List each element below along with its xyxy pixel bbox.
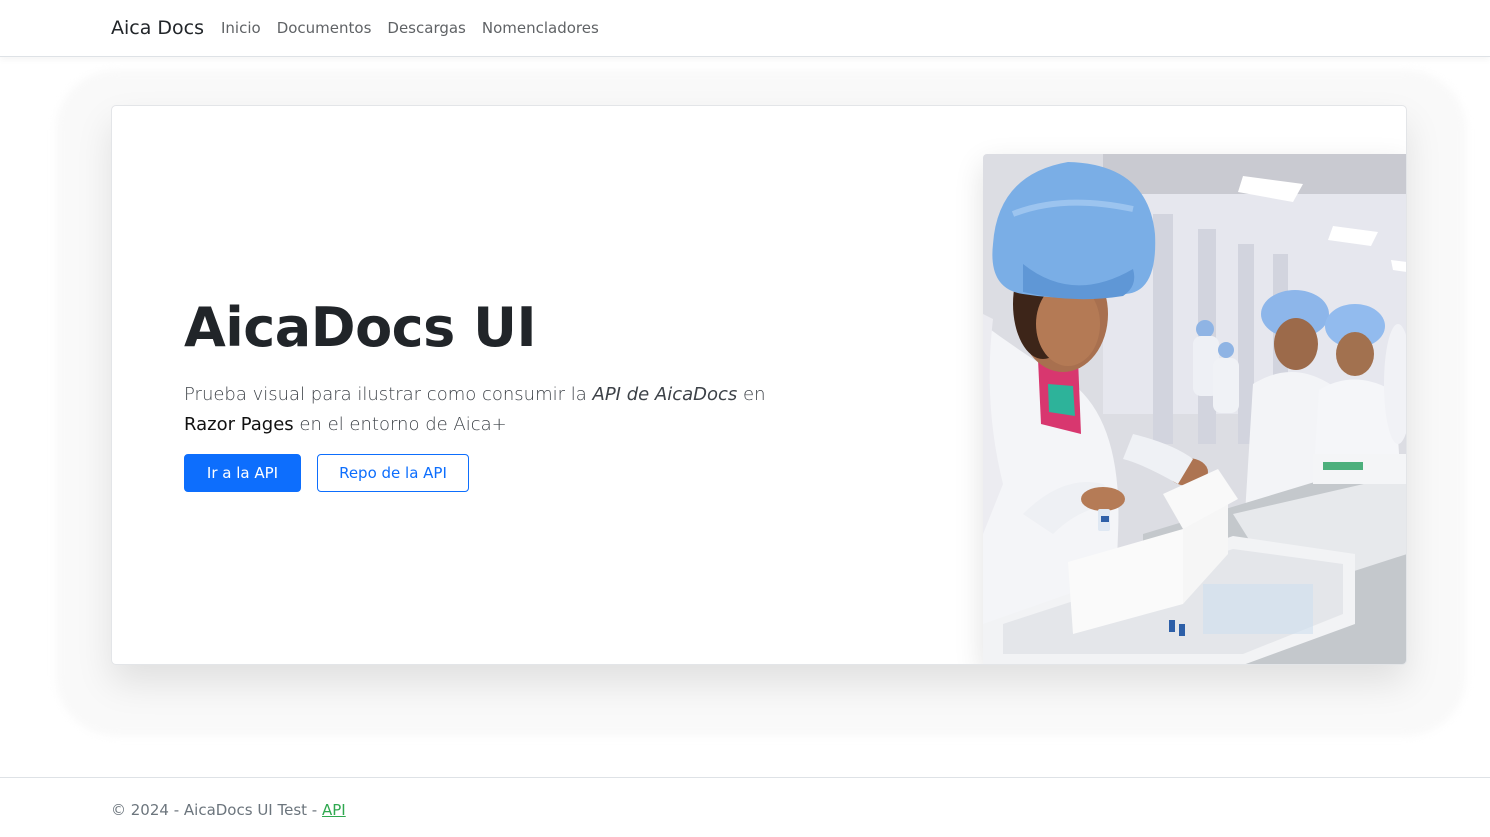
nav-link-documentos[interactable]: Documentos	[277, 19, 372, 37]
copyright-text: © 2024 - AicaDocs UI Test -	[111, 801, 322, 819]
footer-text: © 2024 - AicaDocs UI Test - API	[111, 801, 346, 819]
nav-link-descargas[interactable]: Descargas	[387, 19, 465, 37]
lead-strong: Razor Pages	[184, 414, 294, 435]
api-repo-button[interactable]: Repo de la API	[317, 454, 469, 492]
hero-title: AicaDocs UI	[184, 296, 537, 359]
page-footer: © 2024 - AicaDocs UI Test - API	[0, 777, 1490, 837]
go-to-api-button[interactable]: Ir a la API	[184, 454, 301, 492]
top-navbar: Aica Docs Inicio Documentos Descargas No…	[0, 0, 1490, 57]
hero-lead: Prueba visual para ilustrar como consumi…	[184, 380, 804, 440]
footer-api-link[interactable]: API	[322, 801, 346, 819]
nav-link-inicio[interactable]: Inicio	[221, 19, 261, 37]
lead-text-2: en	[737, 384, 766, 405]
lead-text-3: en el entorno de Aica+	[293, 414, 507, 435]
hero-card: AicaDocs UI Prueba visual para ilustrar …	[111, 105, 1407, 665]
hero-photo	[983, 154, 1406, 664]
lead-emphasis: API de AicaDocs	[592, 384, 738, 405]
nav-links: Inicio Documentos Descargas Nomencladore…	[221, 19, 599, 37]
brand-link[interactable]: Aica Docs	[111, 17, 204, 39]
lead-text-1: Prueba visual para ilustrar como consumi…	[184, 384, 593, 405]
nav-link-nomencladores[interactable]: Nomencladores	[482, 19, 599, 37]
